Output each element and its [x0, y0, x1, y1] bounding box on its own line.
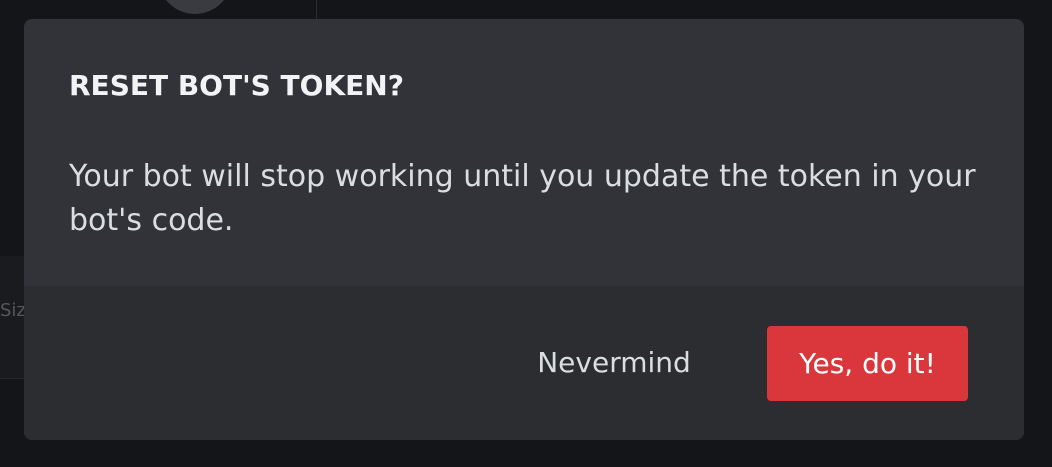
confirm-reset-button[interactable]: Yes, do it! [767, 326, 968, 401]
reset-token-dialog: RESET BOT'S TOKEN? Your bot will stop wo… [24, 19, 1024, 440]
background-avatar [158, 0, 232, 14]
nevermind-button[interactable]: Nevermind [514, 326, 714, 400]
background-divider [316, 0, 317, 20]
dialog-title: RESET BOT'S TOKEN? [69, 69, 404, 102]
background-label: Siz [0, 300, 26, 321]
dialog-message: Your bot will stop working until you upd… [69, 159, 976, 238]
